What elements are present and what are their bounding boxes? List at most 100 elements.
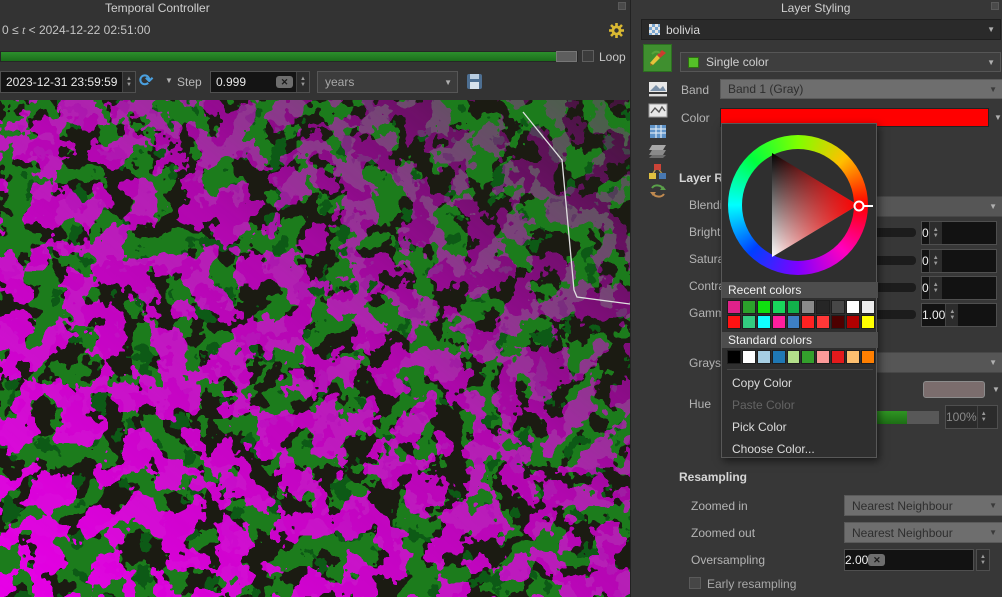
color-swatch[interactable] (831, 315, 845, 329)
spin-arrows[interactable]: ▲▼ (122, 72, 135, 92)
color-label: Color (681, 111, 710, 125)
chevron-down-icon: ▼ (984, 358, 1002, 367)
table-icon (649, 124, 667, 139)
brightness-value: 0 (922, 226, 929, 240)
color-swatch[interactable] (772, 350, 786, 364)
color-swatch[interactable] (861, 300, 875, 314)
band-dropdown[interactable]: Band 1 (Gray) ▼ (720, 79, 1002, 99)
color-swatch[interactable] (772, 300, 786, 314)
color-swatch[interactable] (816, 300, 830, 314)
temporal-slider-track[interactable] (0, 51, 578, 62)
contrast-spinbox[interactable]: 0 ▲▼ (921, 276, 997, 300)
color-swatch[interactable] (801, 315, 815, 329)
band-value: Band 1 (Gray) (721, 82, 984, 96)
color-swatch[interactable] (787, 315, 801, 329)
spin-arrows[interactable]: ▲▼ (977, 406, 990, 428)
menu-item-copy-color[interactable]: Copy Color (722, 372, 878, 394)
color-swatch[interactable] (772, 315, 786, 329)
datetime-spinbox[interactable]: 2023-12-31 23:59:59 ▲▼ (0, 71, 136, 93)
color-swatch[interactable] (787, 300, 801, 314)
loop-checkbox[interactable] (582, 50, 594, 62)
clear-input-icon[interactable]: ✕ (868, 554, 885, 566)
colorize-color-button[interactable] (923, 381, 985, 398)
gamma-spinbox[interactable]: 1.00 ▲▼ (921, 303, 997, 327)
color-swatch[interactable] (757, 315, 771, 329)
color-swatch[interactable] (742, 300, 756, 314)
save-export-icon[interactable] (466, 73, 483, 90)
spin-arrows[interactable]: ▲▼ (929, 250, 942, 272)
spin-arrows[interactable]: ▲▼ (929, 222, 942, 244)
step-spinbox[interactable]: 0.999 ✕ ▲▼ (210, 71, 310, 93)
menu-item-choose-color[interactable]: Choose Color... (722, 438, 878, 460)
color-swatch[interactable] (846, 315, 860, 329)
color-swatch[interactable] (727, 315, 741, 329)
color-swatch[interactable] (816, 315, 830, 329)
color-swatch[interactable] (801, 350, 815, 364)
chevron-down-icon[interactable]: ▼ (987, 385, 1002, 394)
color-swatch[interactable] (846, 350, 860, 364)
color-swatch[interactable] (861, 315, 875, 329)
hue-label: Hue (689, 397, 711, 411)
color-swatch[interactable] (757, 350, 771, 364)
color-swatch[interactable] (801, 300, 815, 314)
gamma-value: 1.00 (922, 308, 945, 322)
layer-name: bolivia (666, 23, 982, 37)
history-undo-icon (649, 183, 667, 199)
spin-arrows[interactable]: ▲▼ (296, 72, 309, 92)
saturation-value-triangle[interactable] (722, 124, 878, 284)
spin-arrows[interactable]: ▲▼ (976, 549, 990, 571)
tab-symbology[interactable] (643, 44, 672, 72)
chevron-down-icon[interactable]: ▼ (989, 113, 1002, 122)
saturation-spinbox[interactable]: 0 ▲▼ (921, 249, 997, 273)
hue-selector-marker[interactable] (855, 202, 874, 211)
oversampling-spinbox[interactable]: 2.00 ✕ (844, 549, 974, 571)
pyramids-icon (648, 144, 667, 159)
recent-colors-header: Recent colors (722, 282, 878, 298)
color-swatch[interactable] (742, 350, 756, 364)
color-swatch[interactable] (831, 350, 845, 364)
tab-history[interactable] (643, 179, 672, 203)
color-swatch[interactable] (742, 315, 756, 329)
color-swatch[interactable] (727, 350, 741, 364)
step-label: Step (177, 75, 202, 89)
color-swatch[interactable] (757, 300, 771, 314)
map-canvas[interactable] (0, 100, 630, 597)
chevron-down-icon: ▼ (982, 58, 1000, 67)
panel-title: Layer Styling (781, 1, 850, 15)
clear-input-icon[interactable]: ✕ (276, 76, 293, 88)
color-picker-popup: Recent colors Standard colors Copy Color… (721, 123, 877, 458)
brightness-spinbox[interactable]: 0 ▲▼ (921, 221, 997, 245)
chevron-down-icon[interactable]: ▼ (160, 76, 178, 85)
color-swatch[interactable] (831, 300, 845, 314)
spin-arrows[interactable]: ▲▼ (945, 304, 958, 326)
step-value: 0.999 (211, 75, 276, 89)
early-resampling-label: Early resampling (707, 577, 796, 591)
renderer-dropdown[interactable]: Single color ▼ (680, 52, 1001, 72)
single-color-swatch-icon (688, 57, 699, 68)
recent-colors-row1 (727, 300, 875, 314)
settings-gear-icon[interactable] (608, 22, 625, 39)
layer-selector-dropdown[interactable]: bolivia ▼ (641, 19, 1001, 40)
menu-item-pick-color[interactable]: Pick Color (722, 416, 878, 438)
temporal-slider-handle[interactable] (556, 51, 577, 62)
color-swatch[interactable] (787, 350, 801, 364)
band-label: Band (681, 83, 709, 97)
menu-item-paste-color: Paste Color (722, 394, 878, 416)
color-swatch[interactable] (727, 300, 741, 314)
zoomed-out-dropdown[interactable]: Nearest Neighbour ▼ (844, 522, 1002, 543)
early-resampling-checkbox[interactable] (689, 577, 701, 589)
spin-arrows[interactable]: ▲▼ (929, 277, 942, 299)
refresh-icon[interactable]: ⟳ (139, 71, 153, 91)
color-swatch[interactable] (816, 350, 830, 364)
chevron-down-icon: ▼ (984, 202, 1002, 211)
color-swatch[interactable] (861, 350, 875, 364)
zoomed-in-dropdown[interactable]: Nearest Neighbour ▼ (844, 495, 1002, 516)
panel-dock-icon[interactable] (991, 2, 999, 10)
time-unit-dropdown[interactable]: years ▼ (317, 71, 458, 93)
panel-dock-icon[interactable] (618, 2, 626, 10)
strength-spinbox[interactable]: 100% ▲▼ (945, 405, 998, 429)
contrast-value: 0 (922, 281, 929, 295)
color-swatch[interactable] (846, 300, 860, 314)
zoomed-in-value: Nearest Neighbour (845, 499, 984, 513)
loop-label: Loop (599, 50, 626, 64)
